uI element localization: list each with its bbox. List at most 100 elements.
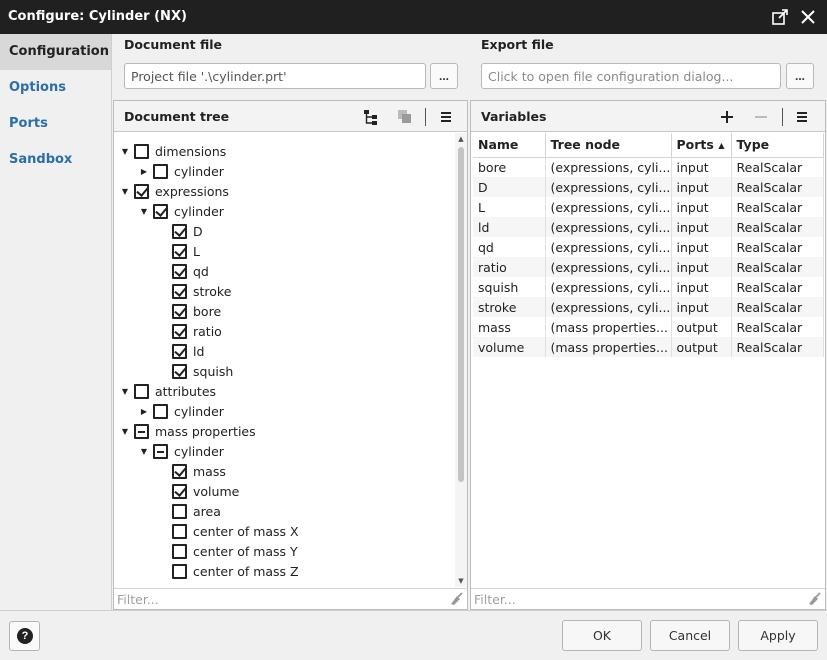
tree-node-checkbox[interactable] [172, 464, 187, 479]
tree-node[interactable]: ▼ expressions [114, 182, 455, 202]
plus-icon[interactable] [717, 107, 737, 127]
tree-node-checkbox[interactable] [153, 404, 168, 419]
tree-node-checkbox[interactable] [172, 264, 187, 279]
ok-button[interactable]: OK [562, 620, 642, 651]
table-row[interactable]: squish (expressions, cyli... input RealScal… [473, 277, 824, 297]
tree-node[interactable]: ▼ attributes [114, 382, 455, 402]
table-row[interactable]: mass (mass properties... output RealScalar [473, 317, 824, 337]
tree-node-checkbox[interactable] [172, 524, 187, 539]
help-button[interactable]: ? [9, 621, 40, 651]
export-file-browse-button[interactable]: ... [786, 63, 814, 89]
column-header-name[interactable]: Name [473, 133, 546, 158]
tree-node[interactable]: ▼ mass properties [114, 422, 455, 442]
table-row[interactable]: volume (mass properties... output RealScala… [473, 337, 824, 357]
tree-node[interactable]: area [114, 502, 455, 522]
table-row[interactable]: bore (expressions, cyli... input RealScalar [473, 157, 824, 177]
nav-item-sandbox[interactable]: Sandbox [0, 142, 111, 178]
caret-right-icon[interactable]: ▶ [139, 162, 149, 182]
tree-node-checkbox[interactable] [172, 224, 187, 239]
tree-node-checkbox[interactable] [172, 244, 187, 259]
tree-node-checkbox[interactable] [172, 304, 187, 319]
tree-node[interactable]: center of mass Z [114, 562, 455, 582]
copy-icon[interactable] [395, 107, 415, 127]
scroll-up-icon[interactable]: ▲ [455, 133, 467, 145]
document-tree[interactable]: ▼ dimensions ▶ cylinder ▼ expressions ▼ cylinde… [114, 133, 455, 587]
tree-node-checkbox[interactable] [153, 164, 168, 179]
tree-node[interactable]: ▶ cylinder [114, 402, 455, 422]
column-header-ports[interactable]: Ports ▲ [671, 133, 732, 158]
tree-node-checkbox[interactable] [172, 344, 187, 359]
tree-node-checkbox[interactable] [153, 444, 168, 459]
table-row[interactable]: L (expressions, cyli... input RealScalar [473, 197, 824, 217]
broom-icon[interactable] [806, 592, 822, 606]
tree-node-checkbox[interactable] [134, 184, 149, 199]
tree-node-checkbox[interactable] [153, 204, 168, 219]
cell-tree-node: (expressions, cyli... [545, 257, 672, 277]
scrollbar-thumb[interactable] [458, 147, 464, 482]
hamburger-menu-icon[interactable] [792, 107, 812, 127]
tree-node[interactable]: volume [114, 482, 455, 502]
export-file-input[interactable] [481, 63, 781, 89]
tree-node-checkbox[interactable] [134, 424, 149, 439]
tree-node-checkbox[interactable] [172, 544, 187, 559]
column-header-tree-node[interactable]: Tree node [545, 133, 672, 158]
tree-node[interactable]: mass [114, 462, 455, 482]
nav-item-options[interactable]: Options [0, 70, 111, 106]
tree-node[interactable]: D [114, 222, 455, 242]
column-header-type[interactable]: Type [731, 133, 824, 158]
tree-node-checkbox[interactable] [172, 284, 187, 299]
table-row[interactable]: qd (expressions, cyli... input RealScalar [473, 237, 824, 257]
tree-node[interactable]: bore [114, 302, 455, 322]
tree-node-checkbox[interactable] [172, 324, 187, 339]
cell-ports: input [671, 277, 732, 297]
tree-node-checkbox[interactable] [172, 564, 187, 579]
table-row[interactable]: ratio (expressions, cyli... input RealScala… [473, 257, 824, 277]
tree-node[interactable]: ▶ cylinder [114, 162, 455, 182]
hamburger-menu-icon[interactable] [436, 107, 456, 127]
document-file-input[interactable] [124, 63, 426, 89]
table-row[interactable]: ld (expressions, cyli... input RealScalar [473, 217, 824, 237]
tree-node-checkbox[interactable] [172, 364, 187, 379]
tree-node-checkbox[interactable] [172, 504, 187, 519]
tree-filter-input[interactable] [114, 589, 445, 609]
tree-node-checkbox[interactable] [134, 144, 149, 159]
tree-node-label: dimensions [155, 144, 227, 159]
tree-node[interactable]: L [114, 242, 455, 262]
tree-node[interactable]: ▼ dimensions [114, 142, 455, 162]
apply-button[interactable]: Apply [738, 620, 818, 651]
cancel-button[interactable]: Cancel [650, 620, 730, 651]
tree-node-checkbox[interactable] [172, 484, 187, 499]
caret-down-icon[interactable]: ▼ [139, 442, 149, 462]
caret-down-icon[interactable]: ▼ [120, 422, 130, 442]
nav-item-ports[interactable]: Ports [0, 106, 111, 142]
tree-structure-icon[interactable] [361, 107, 381, 127]
tree-node[interactable]: qd [114, 262, 455, 282]
caret-down-icon[interactable]: ▼ [139, 202, 149, 222]
scroll-down-icon[interactable]: ▼ [455, 575, 467, 587]
caret-down-icon[interactable]: ▼ [120, 382, 130, 402]
minus-icon[interactable] [751, 107, 771, 127]
tree-node[interactable]: ld [114, 342, 455, 362]
close-icon[interactable] [797, 6, 819, 28]
tree-node[interactable]: squish [114, 362, 455, 382]
tree-node-checkbox[interactable] [134, 384, 149, 399]
tree-node[interactable]: center of mass Y [114, 542, 455, 562]
popout-icon[interactable] [769, 6, 791, 28]
broom-icon[interactable] [448, 592, 464, 606]
tree-node[interactable]: ▼ cylinder [114, 202, 455, 222]
document-file-browse-button[interactable]: ... [430, 63, 458, 89]
table-row[interactable]: D (expressions, cyli... input RealScalar [473, 177, 824, 197]
caret-down-icon[interactable]: ▼ [120, 182, 130, 202]
nav-item-configuration[interactable]: Configuration [0, 34, 111, 70]
table-row[interactable]: stroke (expressions, cyli... input RealScal… [473, 297, 824, 317]
tree-node[interactable]: ratio [114, 322, 455, 342]
tree-node[interactable]: center of mass X [114, 522, 455, 542]
tree-node[interactable]: ▼ cylinder [114, 442, 455, 462]
cell-name: volume [473, 337, 546, 357]
tree-scrollbar[interactable]: ▲ ▼ [455, 133, 467, 587]
variables-filter-input[interactable] [471, 589, 803, 609]
tree-node[interactable]: stroke [114, 282, 455, 302]
title-bar: Configure: Cylinder (NX) [0, 0, 827, 34]
caret-right-icon[interactable]: ▶ [139, 402, 149, 422]
caret-down-icon[interactable]: ▼ [120, 142, 130, 162]
